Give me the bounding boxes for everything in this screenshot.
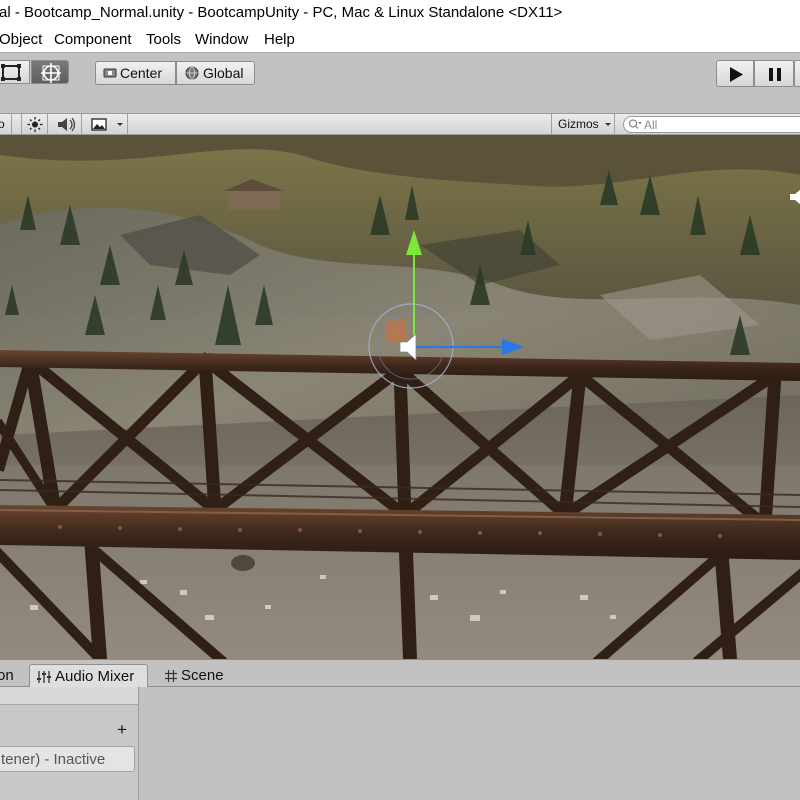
2d-toggle[interactable] [12,114,22,135]
pivot-global-button[interactable]: Global [176,61,255,85]
transform-tool-button[interactable] [31,60,69,84]
chevron-down-icon [605,123,611,126]
menu-gameobject[interactable]: Object [0,31,42,48]
image-effects-icon [91,118,107,131]
tab-animation-label: on [0,667,14,684]
mixer-sliders-icon [37,671,51,683]
sun-icon [27,117,43,132]
rect-tool-icon [1,64,21,81]
move-gizmo[interactable] [0,135,800,659]
pivot-center-button[interactable]: Center [95,61,176,85]
add-mixer-button[interactable]: + [117,720,127,740]
scene-view-toolbar: o Gizmos All [0,113,800,135]
window-title-bar: al - Bootcamp_Normal.unity - BootcampUni… [0,0,800,28]
draw-mode-label: o [0,117,5,131]
audio-source-icon [790,190,800,204]
rect-tool-button[interactable] [0,60,30,84]
tab-audio-mixer[interactable]: Audio Mixer [29,664,148,687]
pause-button[interactable] [754,60,794,87]
gizmos-label: Gizmos [558,117,599,131]
scene-viewport[interactable] [0,135,800,659]
play-button[interactable] [716,60,754,87]
tab-scene[interactable]: Scene [163,664,233,687]
pause-icon [769,68,781,81]
tab-scene-label: Scene [181,667,224,684]
scene-effects-button[interactable] [86,114,112,135]
scene-effects-dropdown[interactable] [112,114,128,135]
hierarchy-search-input[interactable]: All [623,116,800,133]
mixer-sidebar-header [0,687,138,705]
scene-audio-toggle[interactable] [48,114,82,135]
pivot-center-label: Center [120,65,163,81]
bottom-panel-tabs: on Audio Mixer Scene [0,659,800,687]
transform-tool-icon [41,63,61,83]
play-icon [730,67,743,82]
step-button[interactable] [794,60,800,87]
globe-icon [185,66,199,80]
draw-mode-dropdown[interactable]: o [0,114,12,135]
audio-mixer-panel: + tener) - Inactive [0,687,800,800]
mixer-sidebar: + tener) - Inactive [0,687,139,800]
pivot-global-label: Global [203,65,244,81]
menu-bar: Object Component Tools Window Help [0,28,800,52]
menu-component[interactable]: Component [54,31,132,48]
main-toolbar: Center Global [0,52,800,92]
search-icon [628,119,642,129]
mixer-content-area [139,687,800,800]
speaker-icon [58,117,76,132]
audio-listener-label: tener) - Inactive [1,751,106,768]
menu-tools[interactable]: Tools [146,31,181,48]
search-placeholder: All [644,118,658,132]
gizmos-dropdown[interactable]: Gizmos [551,114,615,135]
audio-listener-row[interactable]: tener) - Inactive [0,746,135,772]
tab-audio-mixer-label: Audio Mixer [55,668,135,685]
window-title: al - Bootcamp_Normal.unity - BootcampUni… [0,4,563,21]
chevron-down-icon [117,123,123,126]
menu-window[interactable]: Window [195,31,248,48]
menu-help[interactable]: Help [264,31,295,48]
tab-animation[interactable]: on [0,664,25,687]
pivot-center-icon [103,68,117,78]
scene-lighting-toggle[interactable] [22,114,48,135]
scene-grid-icon [165,670,177,682]
